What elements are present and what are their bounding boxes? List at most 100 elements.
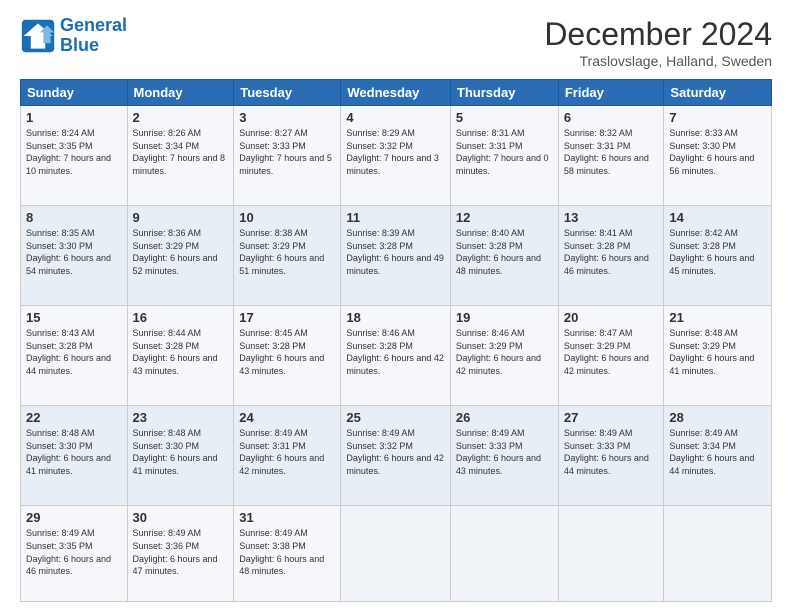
- day-detail: Sunrise: 8:32 AMSunset: 3:31 PMDaylight:…: [564, 127, 659, 177]
- calendar-cell: 31Sunrise: 8:49 AMSunset: 3:38 PMDayligh…: [234, 506, 341, 602]
- day-number: 27: [564, 410, 659, 425]
- calendar-cell: 22 Sunrise: 8:48 AMSunset: 3:30 PMDayligh…: [21, 406, 128, 506]
- day-header-sunday: Sunday: [21, 80, 128, 106]
- calendar-cell: 4 Sunrise: 8:29 AMSunset: 3:32 PMDaylight…: [341, 106, 451, 206]
- day-detail: Sunrise: 8:29 AMSunset: 3:32 PMDaylight:…: [346, 127, 445, 177]
- day-detail: Sunrise: 8:48 AMSunset: 3:29 PMDaylight:…: [669, 327, 766, 377]
- day-header-saturday: Saturday: [664, 80, 772, 106]
- day-detail: Sunrise: 8:49 AMSunset: 3:31 PMDaylight:…: [239, 427, 335, 477]
- day-detail: Sunrise: 8:41 AMSunset: 3:28 PMDaylight:…: [564, 227, 659, 277]
- day-detail: Sunrise: 8:49 AMSunset: 3:33 PMDaylight:…: [564, 427, 659, 477]
- day-number: 4: [346, 110, 445, 125]
- day-number: 28: [669, 410, 766, 425]
- calendar-cell: 25 Sunrise: 8:49 AMSunset: 3:32 PMDayligh…: [341, 406, 451, 506]
- calendar-cell: [664, 506, 772, 602]
- calendar-cell: 19 Sunrise: 8:46 AMSunset: 3:29 PMDayligh…: [450, 306, 558, 406]
- day-number: 17: [239, 310, 335, 325]
- calendar-cell: 20 Sunrise: 8:47 AMSunset: 3:29 PMDayligh…: [558, 306, 664, 406]
- calendar-cell: 28 Sunrise: 8:49 AMSunset: 3:34 PMDayligh…: [664, 406, 772, 506]
- page: General Blue December 2024 Traslovslage,…: [0, 0, 792, 612]
- calendar-cell: 10 Sunrise: 8:38 AMSunset: 3:29 PMDayligh…: [234, 206, 341, 306]
- day-detail: Sunrise: 8:46 AMSunset: 3:28 PMDaylight:…: [346, 327, 445, 377]
- logo-icon: [20, 18, 56, 54]
- day-number: 10: [239, 210, 335, 225]
- day-number: 16: [133, 310, 229, 325]
- day-number: 13: [564, 210, 659, 225]
- day-number: 25: [346, 410, 445, 425]
- day-detail: Sunrise: 8:49 AMSunset: 3:36 PMDaylight:…: [133, 527, 229, 577]
- day-detail: Sunrise: 8:47 AMSunset: 3:29 PMDaylight:…: [564, 327, 659, 377]
- day-detail: Sunrise: 8:36 AMSunset: 3:29 PMDaylight:…: [133, 227, 229, 277]
- day-number: 1: [26, 110, 122, 125]
- calendar-cell: 7Sunrise: 8:33 AMSunset: 3:30 PMDaylight…: [664, 106, 772, 206]
- calendar-cell: 16 Sunrise: 8:44 AMSunset: 3:28 PMDayligh…: [127, 306, 234, 406]
- week-row-1: 1 Sunrise: 8:24 AMSunset: 3:35 PMDaylight…: [21, 106, 772, 206]
- day-detail: Sunrise: 8:49 AMSunset: 3:34 PMDaylight:…: [669, 427, 766, 477]
- day-detail: Sunrise: 8:31 AMSunset: 3:31 PMDaylight:…: [456, 127, 553, 177]
- header: General Blue December 2024 Traslovslage,…: [20, 16, 772, 69]
- calendar-cell: 24 Sunrise: 8:49 AMSunset: 3:31 PMDayligh…: [234, 406, 341, 506]
- day-number: 19: [456, 310, 553, 325]
- day-number: 20: [564, 310, 659, 325]
- calendar-cell: 14Sunrise: 8:42 AMSunset: 3:28 PMDayligh…: [664, 206, 772, 306]
- day-number: 30: [133, 510, 229, 525]
- day-detail: Sunrise: 8:35 AMSunset: 3:30 PMDaylight:…: [26, 227, 122, 277]
- day-number: 9: [133, 210, 229, 225]
- day-detail: Sunrise: 8:49 AMSunset: 3:32 PMDaylight:…: [346, 427, 445, 477]
- calendar-body: 1 Sunrise: 8:24 AMSunset: 3:35 PMDaylight…: [21, 106, 772, 602]
- week-row-2: 8 Sunrise: 8:35 AMSunset: 3:30 PMDaylight…: [21, 206, 772, 306]
- day-number: 2: [133, 110, 229, 125]
- day-number: 5: [456, 110, 553, 125]
- day-detail: Sunrise: 8:48 AMSunset: 3:30 PMDaylight:…: [133, 427, 229, 477]
- calendar-cell: 2Sunrise: 8:26 AMSunset: 3:34 PMDaylight…: [127, 106, 234, 206]
- title-block: December 2024 Traslovslage, Halland, Swe…: [544, 16, 772, 69]
- day-header-wednesday: Wednesday: [341, 80, 451, 106]
- day-number: 18: [346, 310, 445, 325]
- day-header-monday: Monday: [127, 80, 234, 106]
- day-detail: Sunrise: 8:49 AMSunset: 3:38 PMDaylight:…: [239, 527, 335, 577]
- calendar-subtitle: Traslovslage, Halland, Sweden: [544, 53, 772, 69]
- day-detail: Sunrise: 8:46 AMSunset: 3:29 PMDaylight:…: [456, 327, 553, 377]
- day-header-thursday: Thursday: [450, 80, 558, 106]
- logo: General Blue: [20, 16, 127, 56]
- week-row-4: 22 Sunrise: 8:48 AMSunset: 3:30 PMDayligh…: [21, 406, 772, 506]
- calendar-cell: 17 Sunrise: 8:45 AMSunset: 3:28 PMDayligh…: [234, 306, 341, 406]
- day-number: 14: [669, 210, 766, 225]
- day-detail: Sunrise: 8:33 AMSunset: 3:30 PMDaylight:…: [669, 127, 766, 177]
- day-detail: Sunrise: 8:48 AMSunset: 3:30 PMDaylight:…: [26, 427, 122, 477]
- calendar-cell: 6 Sunrise: 8:32 AMSunset: 3:31 PMDaylight…: [558, 106, 664, 206]
- day-number: 26: [456, 410, 553, 425]
- day-detail: Sunrise: 8:49 AMSunset: 3:33 PMDaylight:…: [456, 427, 553, 477]
- calendar-cell: 8 Sunrise: 8:35 AMSunset: 3:30 PMDaylight…: [21, 206, 128, 306]
- day-number: 24: [239, 410, 335, 425]
- day-detail: Sunrise: 8:27 AMSunset: 3:33 PMDaylight:…: [239, 127, 335, 177]
- day-detail: Sunrise: 8:45 AMSunset: 3:28 PMDaylight:…: [239, 327, 335, 377]
- days-header-row: SundayMondayTuesdayWednesdayThursdayFrid…: [21, 80, 772, 106]
- calendar-cell: 9 Sunrise: 8:36 AMSunset: 3:29 PMDaylight…: [127, 206, 234, 306]
- calendar-cell: 27 Sunrise: 8:49 AMSunset: 3:33 PMDayligh…: [558, 406, 664, 506]
- calendar-cell: 1 Sunrise: 8:24 AMSunset: 3:35 PMDaylight…: [21, 106, 128, 206]
- calendar-cell: 29Sunrise: 8:49 AMSunset: 3:35 PMDayligh…: [21, 506, 128, 602]
- logo-line2: Blue: [60, 36, 127, 56]
- calendar-cell: 18 Sunrise: 8:46 AMSunset: 3:28 PMDayligh…: [341, 306, 451, 406]
- calendar-cell: [341, 506, 451, 602]
- calendar-cell: 11Sunrise: 8:39 AMSunset: 3:28 PMDayligh…: [341, 206, 451, 306]
- calendar-cell: 21 Sunrise: 8:48 AMSunset: 3:29 PMDayligh…: [664, 306, 772, 406]
- day-detail: Sunrise: 8:24 AMSunset: 3:35 PMDaylight:…: [26, 127, 122, 177]
- calendar-title: December 2024: [544, 16, 772, 53]
- day-number: 12: [456, 210, 553, 225]
- week-row-3: 15Sunrise: 8:43 AMSunset: 3:28 PMDayligh…: [21, 306, 772, 406]
- calendar-table: SundayMondayTuesdayWednesdayThursdayFrid…: [20, 79, 772, 602]
- calendar-cell: 13 Sunrise: 8:41 AMSunset: 3:28 PMDayligh…: [558, 206, 664, 306]
- day-number: 23: [133, 410, 229, 425]
- day-number: 11: [346, 210, 445, 225]
- day-number: 15: [26, 310, 122, 325]
- day-number: 6: [564, 110, 659, 125]
- day-detail: Sunrise: 8:49 AMSunset: 3:35 PMDaylight:…: [26, 527, 122, 577]
- day-number: 21: [669, 310, 766, 325]
- day-number: 22: [26, 410, 122, 425]
- day-detail: Sunrise: 8:44 AMSunset: 3:28 PMDaylight:…: [133, 327, 229, 377]
- calendar-cell: 5 Sunrise: 8:31 AMSunset: 3:31 PMDaylight…: [450, 106, 558, 206]
- day-number: 8: [26, 210, 122, 225]
- day-detail: Sunrise: 8:38 AMSunset: 3:29 PMDaylight:…: [239, 227, 335, 277]
